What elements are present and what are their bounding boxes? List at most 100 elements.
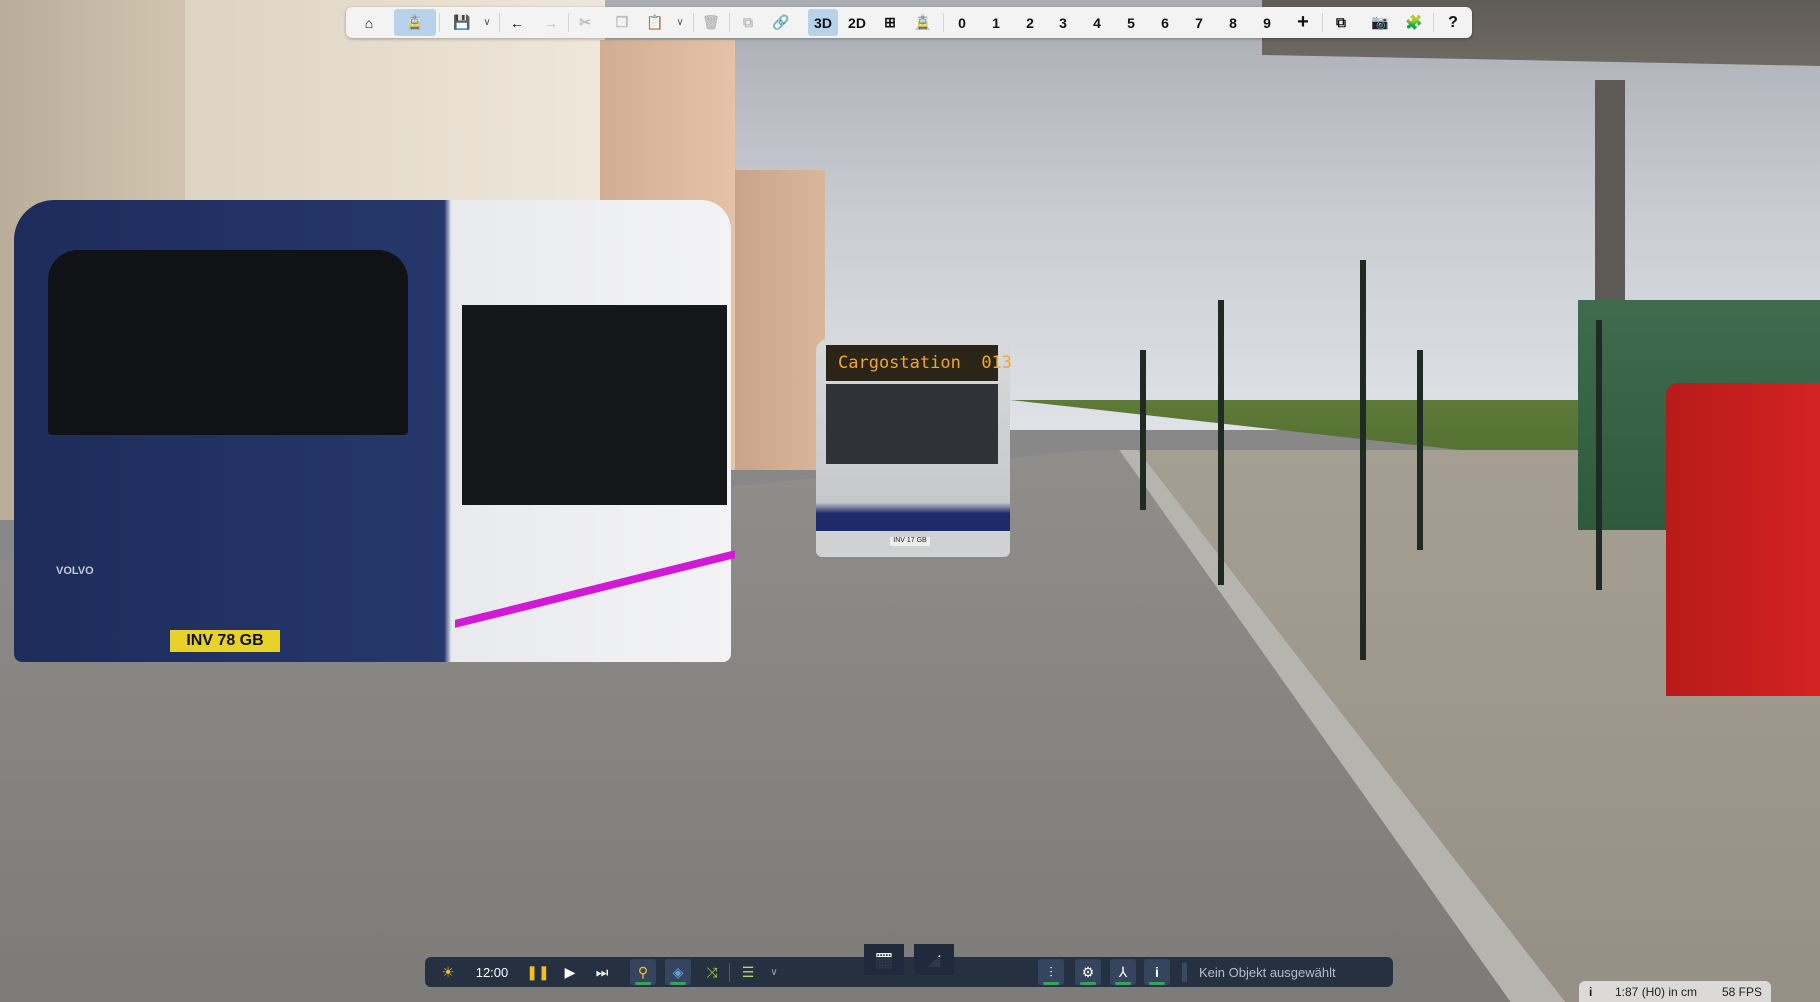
street-lamp (1417, 350, 1423, 550)
play-button[interactable]: ▶ (557, 959, 583, 985)
view-3d-button[interactable]: 3D (808, 9, 838, 36)
phone-box (1666, 383, 1820, 696)
layer-4-button[interactable]: 4 (1082, 9, 1112, 36)
arrow-right-icon: → (544, 14, 558, 31)
grid-icon: ⊞ (884, 14, 896, 30)
list-dropdown[interactable]: ∨ (761, 959, 787, 985)
cab-view-button[interactable]: 🚊 (908, 9, 938, 36)
train-icon: 🚊 (914, 14, 932, 30)
divider (499, 13, 500, 32)
shuffle-icon: ⤨ (706, 963, 718, 980)
layer-2-button[interactable]: 2 (1015, 9, 1045, 36)
license-plate: INV 78 GB (170, 630, 280, 652)
skip-forward-icon: ⏭ (595, 963, 609, 980)
copy-button[interactable]: ❐ (607, 9, 637, 36)
layer-1-button[interactable]: 1 (981, 9, 1011, 36)
divider (1322, 13, 1323, 32)
divider (1433, 13, 1434, 32)
link-icon: 🔗 (772, 14, 790, 30)
cut-button[interactable]: ✂ (570, 9, 600, 36)
step-button[interactable]: ⏭ (589, 959, 615, 985)
grid-view-button[interactable]: ⊞ (875, 9, 905, 36)
plugins-button[interactable]: 🧩 (1399, 9, 1429, 36)
info-icon: i (1155, 964, 1159, 980)
bus-brand: VOLVO (56, 565, 94, 577)
divider (943, 13, 944, 32)
copy-icon: ❐ (615, 14, 629, 30)
home-icon: ⌂ (364, 14, 374, 31)
shuffle-button[interactable]: ⤨ (699, 959, 725, 985)
group-icon: ⧉ (743, 14, 753, 30)
bus-windshield (826, 384, 998, 464)
split-icon: ⅄ (1118, 963, 1128, 980)
layer-0-button[interactable]: 0 (947, 9, 977, 36)
pause-icon: ❚❚ (526, 963, 550, 980)
windows-icon: ⧉ (1336, 14, 1346, 30)
divider (439, 13, 440, 32)
info-bar: i 1:87 (H0) in cm 58 FPS (1579, 981, 1771, 1002)
play-icon: ▶ (564, 963, 576, 980)
paste-icon: 📋 (646, 14, 664, 30)
layer-6-button[interactable]: 6 (1150, 9, 1180, 36)
link-button[interactable]: 🔗 (766, 9, 796, 36)
gear-icon: ⚙ (1081, 963, 1095, 980)
street-lamp (1140, 350, 1146, 510)
main-toolbar: ⌂ 🚊 💾 ∨ ← → ✂ ❐ 📋 ∨ 🗑 ⧉ 🔗 3D 2D ⊞ 🚊 0 1 … (346, 7, 1472, 38)
window-button[interactable]: ⧉ (1326, 9, 1356, 36)
view-2d-button[interactable]: 2D (842, 9, 872, 36)
chevron-down-icon: ∨ (770, 966, 778, 978)
search-button[interactable]: ⚲ (630, 959, 656, 985)
mixer-button[interactable]: ⫶ (1038, 959, 1064, 985)
route-number: 013 (981, 353, 1013, 373)
list-button[interactable]: ☰ (735, 959, 761, 985)
undo-button[interactable]: ← (502, 9, 532, 36)
camera-icon: 📷 (1371, 14, 1389, 30)
layers-button[interactable]: ◈ (665, 959, 691, 985)
building (735, 170, 825, 470)
chevron-down-icon: ∨ (676, 17, 684, 28)
destination-text: Cargostation (838, 353, 961, 373)
divider (729, 963, 730, 982)
layer-8-button[interactable]: 8 (1218, 9, 1248, 36)
bus-side-windows (462, 305, 727, 505)
save-button[interactable]: 💾 (447, 9, 477, 36)
info-button[interactable]: i (1144, 959, 1170, 985)
arrow-left-icon: ← (510, 14, 524, 31)
layer-3-button[interactable]: 3 (1048, 9, 1078, 36)
sliders-icon: ⫶ (1049, 963, 1053, 980)
split-button[interactable]: ⅄ (1110, 959, 1136, 985)
bus-rear-window (48, 250, 408, 435)
settings-button[interactable]: ⚙ (1075, 959, 1101, 985)
train-mode-button[interactable]: 🚊 (394, 9, 436, 36)
home-button[interactable]: ⌂ (354, 9, 384, 36)
bridge-pillar (1595, 80, 1625, 320)
sun-icon: ☀ (441, 963, 455, 980)
save-icon: 💾 (453, 14, 471, 30)
pause-button[interactable]: ❚❚ (525, 959, 551, 985)
divider (1182, 963, 1187, 982)
delete-button[interactable]: 🗑 (696, 9, 726, 36)
save-dropdown[interactable]: ∨ (481, 9, 493, 36)
redo-button[interactable]: → (536, 9, 566, 36)
layer-9-button[interactable]: 9 (1252, 9, 1282, 36)
add-layer-button[interactable]: + (1288, 9, 1318, 36)
list-icon: ☰ (741, 963, 755, 980)
clock-time[interactable]: 12:00 (476, 965, 509, 980)
paste-button[interactable]: 📋 (640, 9, 670, 36)
street-lamp (1360, 260, 1366, 660)
fps-readout: 58 FPS (1722, 985, 1763, 999)
layer-7-button[interactable]: 7 (1184, 9, 1214, 36)
group-button[interactable]: ⧉ (733, 9, 763, 36)
search-icon: ⚲ (637, 963, 649, 980)
screenshot-button[interactable]: 📷 (1365, 9, 1395, 36)
info-icon: i (1589, 985, 1593, 999)
3d-viewport[interactable]: Cargostation 013 INV 17 GB VOLVO INV 78 … (0, 0, 1820, 1002)
paste-dropdown[interactable]: ∨ (674, 9, 686, 36)
street-lamp (1596, 320, 1602, 590)
layer-5-button[interactable]: 5 (1116, 9, 1146, 36)
help-button[interactable]: ? (1438, 9, 1468, 36)
weather-button[interactable]: ☀ (435, 959, 461, 985)
license-plate: INV 17 GB (890, 537, 930, 546)
scissors-icon: ✂ (579, 14, 591, 30)
trash-icon: 🗑 (702, 14, 720, 30)
